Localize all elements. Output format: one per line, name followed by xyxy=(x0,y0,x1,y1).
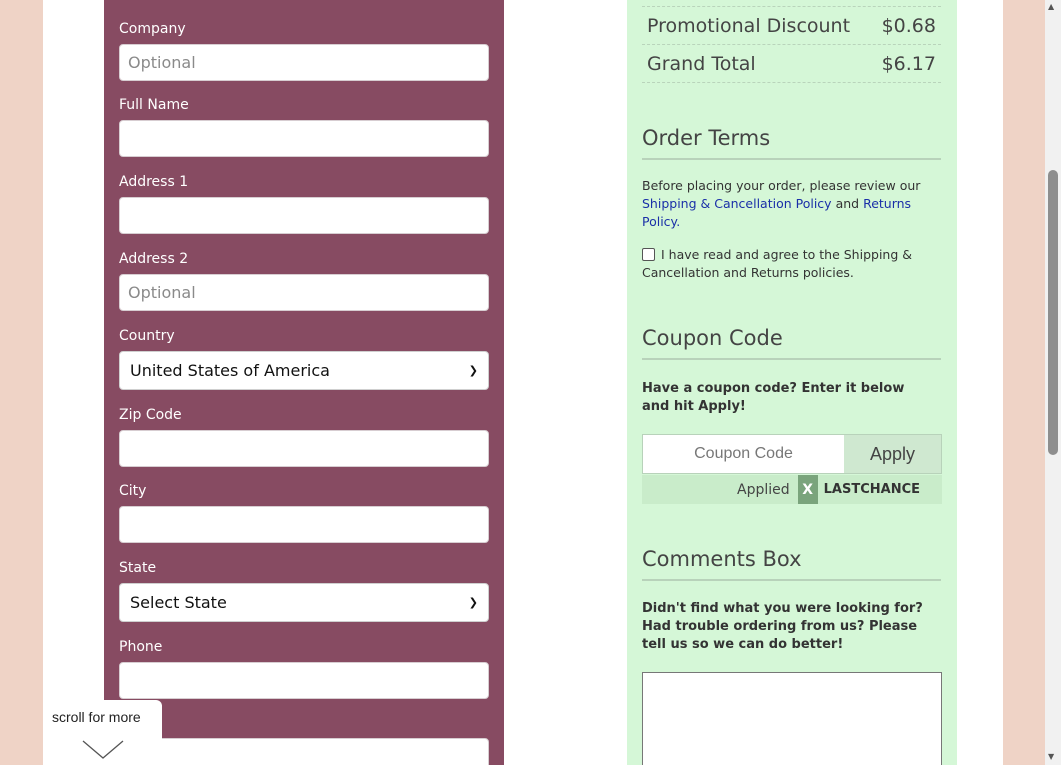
checkbox-icon[interactable] xyxy=(642,248,655,261)
period: . xyxy=(676,214,681,229)
comments-title: Comments Box xyxy=(642,547,941,581)
comments-textarea[interactable] xyxy=(642,672,942,765)
city-label: City xyxy=(119,483,147,499)
chevron-down-icon: ❯ xyxy=(468,364,478,377)
zip-input[interactable] xyxy=(119,430,489,467)
apply-coupon-button[interactable]: Apply xyxy=(844,435,941,473)
discount-value: $0.68 xyxy=(881,14,936,37)
zip-label: Zip Code xyxy=(119,407,182,423)
remove-coupon-button[interactable]: X xyxy=(797,475,818,504)
full-name-input[interactable] xyxy=(119,120,489,157)
address1-label: Address 1 xyxy=(119,174,189,190)
grand-total-row: Grand Total $6.17 xyxy=(642,44,941,82)
summary-divider xyxy=(642,82,941,83)
applied-coupon-row: Applied X LASTCHANCE xyxy=(642,475,942,504)
address2-label: Address 2 xyxy=(119,251,189,267)
scroll-up-icon[interactable]: ▲ xyxy=(1048,2,1054,11)
scrollbar-thumb[interactable] xyxy=(1048,170,1058,455)
discount-row: Promotional Discount $0.68 xyxy=(642,6,941,44)
order-terms-title: Order Terms xyxy=(642,126,941,160)
coupon-form: Coupon Code Apply xyxy=(642,434,942,474)
coupon-prompt: Have a coupon code? Enter it below and h… xyxy=(642,381,905,414)
scroll-hint-text: scroll for more xyxy=(52,709,141,725)
city-input[interactable] xyxy=(119,506,489,543)
discount-label: Promotional Discount xyxy=(647,14,851,37)
country-label: Country xyxy=(119,328,175,344)
phone-label: Phone xyxy=(119,639,163,655)
address2-input[interactable] xyxy=(119,274,489,311)
applied-label: Applied xyxy=(737,481,790,498)
full-name-label: Full Name xyxy=(119,97,189,113)
company-label: Company xyxy=(119,21,186,37)
address1-input[interactable] xyxy=(119,197,489,234)
next-field-input[interactable] xyxy=(119,738,489,765)
order-terms-text: Before placing your order, please review… xyxy=(642,177,932,231)
state-value: Select State xyxy=(130,593,227,612)
country-value: United States of America xyxy=(130,361,330,380)
coupon-input[interactable]: Coupon Code xyxy=(643,435,844,473)
order-terms-intro: Before placing your order, please review… xyxy=(642,178,921,193)
agree-row: I have read and agree to the Shipping & … xyxy=(642,246,932,282)
phone-input[interactable] xyxy=(119,662,489,699)
chevron-down-icon[interactable] xyxy=(82,740,124,760)
coupon-title: Coupon Code xyxy=(642,326,941,360)
grand-total-label: Grand Total xyxy=(647,52,756,75)
grand-total-value: $6.17 xyxy=(881,52,936,75)
comments-prompt: Didn't find what you were looking for? H… xyxy=(642,601,923,652)
agree-text: I have read and agree to the Shipping & … xyxy=(642,247,912,280)
shipping-policy-link[interactable]: Shipping & Cancellation Policy xyxy=(642,196,832,211)
company-input[interactable] xyxy=(119,44,489,81)
chevron-down-icon: ❯ xyxy=(468,596,478,609)
and-text: and xyxy=(835,196,860,211)
applied-coupon-code: LASTCHANCE xyxy=(823,482,920,497)
state-select[interactable]: Select State ❯ xyxy=(119,583,489,622)
state-label: State xyxy=(119,560,157,576)
country-select[interactable]: United States of America ❯ xyxy=(119,351,489,390)
scroll-down-icon[interactable]: ▼ xyxy=(1048,752,1054,761)
